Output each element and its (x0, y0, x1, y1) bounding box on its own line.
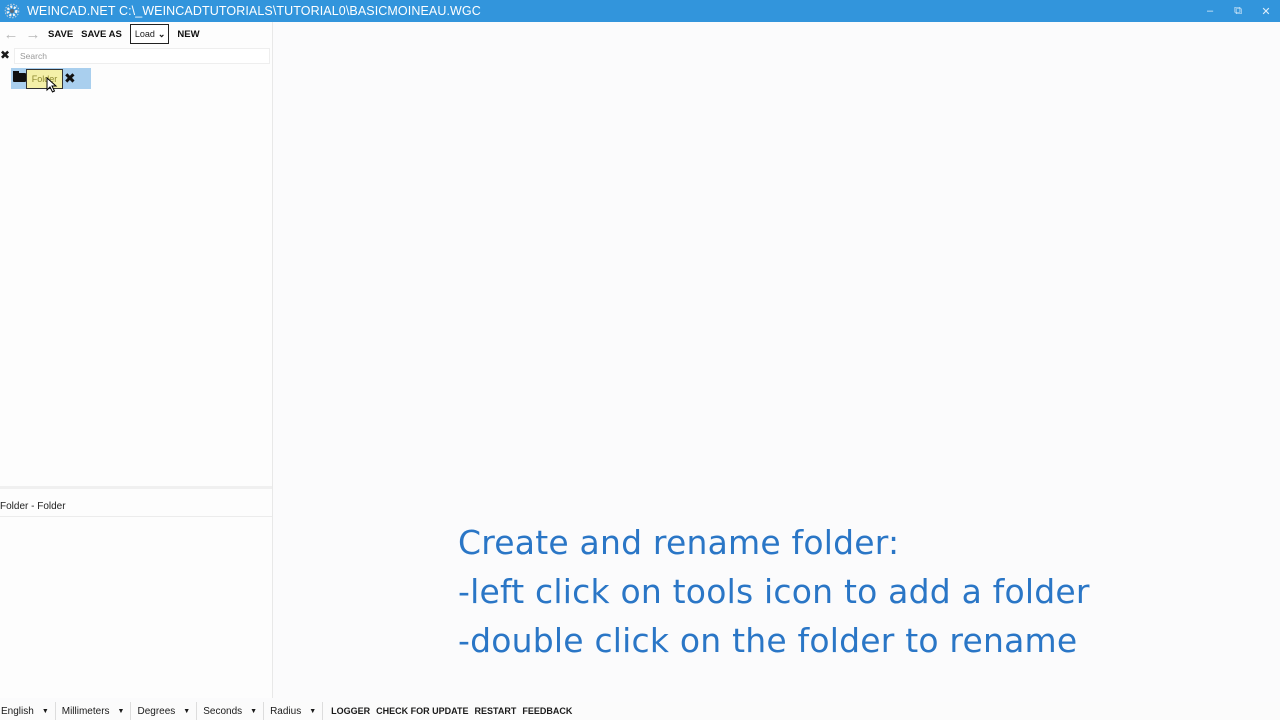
restart-button[interactable]: RESTART (472, 706, 520, 716)
caret-down-icon: ▼ (117, 707, 125, 715)
length-units-value: Millimeters (61, 705, 110, 717)
length-units-dropdown[interactable]: Millimeters ▼ (61, 702, 132, 720)
status-bar: English ▼ Millimeters ▼ Degrees ▼ Second… (0, 702, 1280, 720)
save-as-button[interactable]: SAVE AS (77, 24, 126, 44)
new-button[interactable]: NEW (173, 24, 203, 44)
angle-units-value: Degrees (137, 705, 176, 717)
check-for-update-button[interactable]: CHECK FOR UPDATE (373, 706, 471, 716)
title-bar: WEINCAD.NET C:\_WEINCADTUTORIALS\TUTORIA… (0, 0, 1280, 22)
instruction-line-1: Create and rename folder: (458, 523, 900, 562)
chevron-down-icon: ⌄ (157, 28, 166, 39)
save-button[interactable]: SAVE (44, 24, 77, 44)
instruction-line-2: -left click on tools icon to add a folde… (458, 572, 1090, 611)
restore-button[interactable]: ⧉ (1224, 0, 1252, 22)
feedback-button[interactable]: FEEDBACK (519, 706, 575, 716)
language-value: English (1, 705, 34, 717)
instruction-line-3: -double click on the folder to rename (458, 621, 1078, 660)
caret-down-icon: ▼ (250, 707, 258, 715)
tools-icon[interactable]: ✖ (64, 70, 76, 86)
folder-icon (13, 71, 26, 82)
caret-down-icon: ▼ (183, 707, 191, 715)
window-controls: – ⧉ ✕ (1196, 0, 1280, 22)
tools-icon[interactable]: ✖ (0, 48, 12, 62)
properties-header: Folder - Folder (0, 496, 272, 517)
forward-arrow-icon[interactable]: → (22, 23, 44, 45)
panel-divider[interactable] (0, 486, 272, 489)
back-arrow-icon[interactable]: ← (0, 23, 22, 45)
gear-icon[interactable] (3, 2, 21, 20)
caret-down-icon: ▼ (309, 707, 317, 715)
close-button[interactable]: ✕ (1252, 0, 1280, 22)
language-dropdown[interactable]: English ▼ (0, 702, 56, 720)
instruction-overlay: Create and rename folder: -left click on… (458, 518, 1090, 665)
load-dropdown[interactable]: Load ⌄ (129, 24, 170, 44)
load-dropdown-label: Load (134, 29, 155, 39)
window-title: WEINCAD.NET C:\_WEINCADTUTORIALS\TUTORIA… (27, 4, 481, 18)
logger-button[interactable]: LOGGER (328, 706, 373, 716)
arc-mode-value: Radius (270, 705, 302, 717)
tree-node-folder[interactable]: Folder ✖ (11, 68, 91, 93)
angle-units-dropdown[interactable]: Degrees ▼ (136, 702, 198, 720)
toolbar: ← → SAVE SAVE AS Load ⌄ NEW (0, 22, 272, 46)
caret-down-icon: ▼ (41, 707, 49, 715)
search-row: ✖ (0, 48, 272, 66)
minimize-button[interactable]: – (1196, 0, 1224, 22)
mouse-cursor-icon (46, 77, 58, 93)
project-tree-panel: ← → SAVE SAVE AS Load ⌄ NEW ✖ Folder ✖ F… (0, 22, 273, 698)
search-input[interactable] (14, 48, 270, 64)
time-units-value: Seconds (203, 705, 243, 717)
arc-mode-dropdown[interactable]: Radius ▼ (269, 702, 324, 720)
time-units-dropdown[interactable]: Seconds ▼ (202, 702, 265, 720)
